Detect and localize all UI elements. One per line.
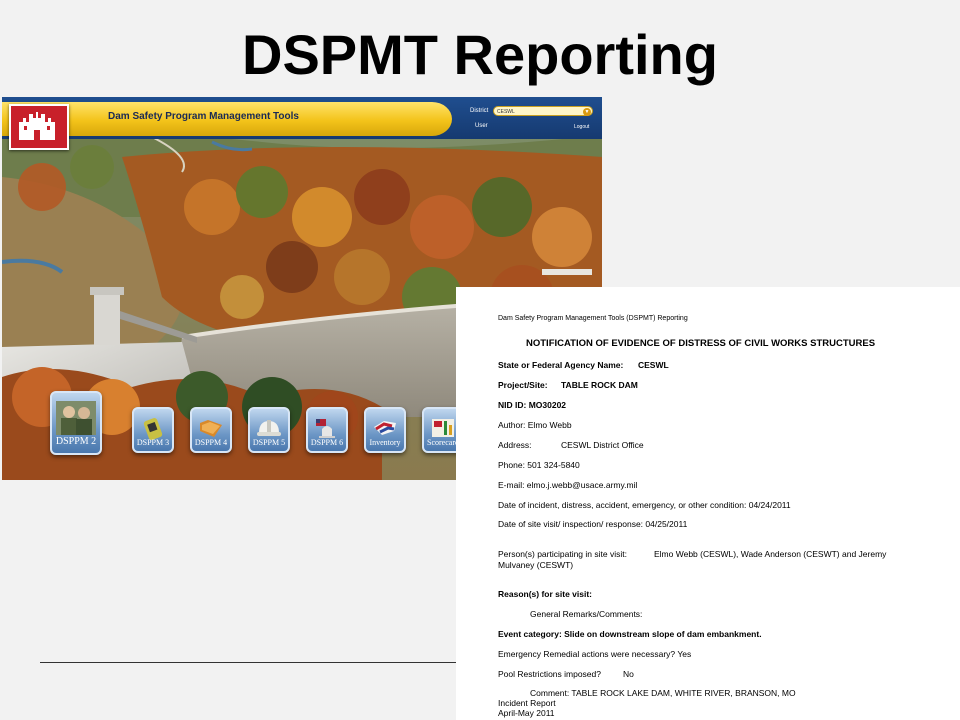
district-select[interactable]: CESWL ▼	[493, 106, 593, 116]
agency-label: State or Federal Agency Name:	[498, 360, 624, 370]
slide-title: DSPMT Reporting	[242, 23, 718, 86]
report-period: April-May 2011	[498, 708, 555, 718]
usace-castle-logo[interactable]	[9, 104, 69, 150]
phone: Phone: 501 324-5840	[498, 460, 580, 470]
author: Author: Elmo Webb	[498, 420, 572, 430]
divider-line	[40, 662, 456, 663]
tile-label: DSPPM 6	[310, 438, 344, 447]
email: E-mail: elmo.j.webb@usace.army.mil	[498, 480, 638, 490]
nid-id: NID ID: MO30202	[498, 400, 567, 410]
agency-value: CESWL	[638, 360, 669, 370]
castle-icon	[19, 112, 55, 140]
tile-label: DSPPM 2	[55, 436, 97, 447]
project-value: TABLE ROCK DAM	[561, 380, 638, 390]
doc-header: Dam Safety Program Management Tools (DSP…	[498, 315, 688, 322]
general-remarks: General Remarks/Comments:	[530, 609, 643, 619]
pool-restrictions-value: No	[623, 669, 634, 679]
doc-title: NOTIFICATION OF EVIDENCE OF DISTRESS OF …	[526, 338, 876, 349]
project-label: Project/Site:	[498, 380, 548, 390]
scorecard-icon	[432, 419, 454, 437]
persons-label: Person(s) participating in site visit:	[498, 549, 627, 559]
tile-inventory[interactable]: Inventory	[364, 407, 406, 453]
district-label: District	[470, 108, 489, 114]
persons-value: Elmo Webb (CESWL), Wade Anderson (CESWT)…	[654, 549, 887, 559]
remedial-actions: Emergency Remedial actions were necessar…	[498, 649, 692, 659]
address-label: Address:	[498, 440, 532, 450]
tile-label: DSPPM 3	[136, 438, 170, 447]
map-icon	[374, 421, 396, 435]
tile-dsppm3[interactable]: DSPPM 3	[132, 407, 174, 453]
tile-label: DSPPM 5	[252, 438, 286, 447]
tile-dsppm4[interactable]: DSPPM 4	[190, 407, 232, 453]
incident-report-label: Incident Report	[498, 698, 556, 708]
app-name: Dam Safety Program Management Tools	[108, 111, 299, 122]
tile-dsppm6[interactable]: DSPPM 6	[306, 407, 348, 453]
address-value: CESWL District Office	[561, 440, 644, 450]
tile-dsppm2[interactable]: DSPPM 2	[50, 391, 102, 455]
pool-restrictions-label: Pool Restrictions imposed?	[498, 669, 601, 679]
tile-label: DSPPM 4	[194, 438, 228, 447]
visit-date: Date of site visit/ inspection/ response…	[498, 519, 688, 529]
hard-hat-icon	[257, 420, 281, 436]
reasons-label: Reason(s) for site visit:	[498, 589, 592, 599]
incident-date: Date of incident, distress, accident, em…	[498, 500, 791, 510]
event-category: Event category: Slide on downstream slop…	[498, 629, 762, 639]
persons-value-continued: Mulvaney (CESWT)	[498, 560, 574, 570]
comment: Comment: TABLE ROCK LAKE DAM, WHITE RIVE…	[530, 688, 796, 698]
tile-label: Inventory	[369, 438, 401, 447]
incident-report-document: Dam Safety Program Management Tools (DSP…	[456, 287, 960, 720]
capitol-flag-icon	[316, 419, 335, 438]
chevron-down-icon: ▼	[583, 108, 591, 116]
district-value: CESWL	[497, 109, 515, 115]
user-label: User	[475, 123, 488, 129]
folder-icon	[200, 420, 222, 437]
people-photo-icon	[56, 401, 96, 435]
logout-link[interactable]: Logout	[574, 124, 589, 130]
tile-dsppm5[interactable]: DSPPM 5	[248, 407, 290, 453]
